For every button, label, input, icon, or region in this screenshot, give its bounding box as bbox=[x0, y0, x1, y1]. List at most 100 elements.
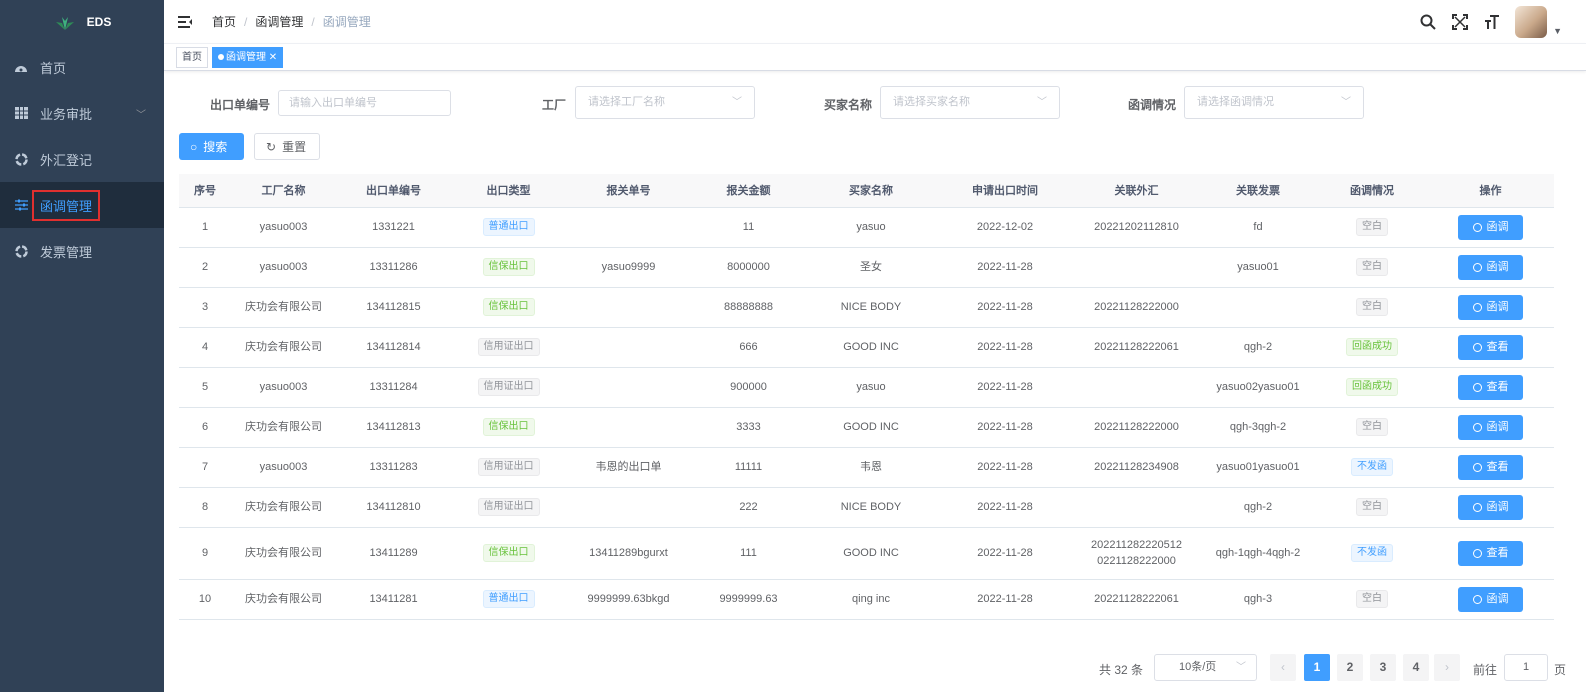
cell-fx: 20221128222000 bbox=[1074, 287, 1199, 328]
cell-buyer: GOOD INC bbox=[806, 527, 936, 580]
table-row: 10 庆功会有限公司 13411281 普通出口 9999999.63bkgd 99999… bbox=[179, 579, 1554, 620]
dot-icon bbox=[218, 53, 224, 60]
cell-invoice: qgh-3 bbox=[1199, 579, 1317, 620]
cell-no: 6 bbox=[179, 407, 231, 448]
breadcrumb-home[interactable]: 首页 bbox=[212, 13, 236, 30]
reset-button-label: 重置 bbox=[282, 140, 307, 154]
sidebar: EDS 首页 业务审批 ﹀ 外汇登记函调管理发票管理 bbox=[0, 0, 164, 692]
factory-select[interactable]: 请选择工厂名称 ﹀ bbox=[575, 86, 755, 119]
operation-label: 查看 bbox=[1486, 547, 1509, 559]
cell-buyer: 圣女 bbox=[806, 247, 936, 288]
page-button[interactable]: 3 bbox=[1370, 654, 1396, 681]
avatar[interactable] bbox=[1515, 6, 1548, 38]
cell-amount: 11111 bbox=[691, 447, 806, 488]
font-size-icon[interactable] bbox=[1483, 13, 1501, 31]
buyer-label: 买家名称 bbox=[824, 98, 873, 112]
eye-icon bbox=[1472, 342, 1482, 352]
letter-button[interactable]: 函调 bbox=[1458, 414, 1523, 440]
search-icon[interactable] bbox=[1419, 13, 1437, 31]
letter-button[interactable]: 函调 bbox=[1458, 494, 1523, 520]
dashboard-icon bbox=[14, 60, 28, 74]
export-no-input[interactable]: 请输入出口单编号 bbox=[278, 90, 451, 116]
tag-home[interactable]: 首页 bbox=[176, 46, 208, 68]
export-type-cell: 普通出口 bbox=[451, 207, 566, 248]
prev-page-button[interactable]: ‹ bbox=[1270, 654, 1296, 681]
view-button[interactable]: 查看 bbox=[1458, 540, 1523, 566]
sidebar-item-label: 业务审批 bbox=[40, 106, 93, 122]
letter-status-cell: 回函成功 bbox=[1317, 367, 1427, 408]
column-header: 申请出口时间 bbox=[936, 174, 1074, 208]
cell-operation: 函调 bbox=[1427, 247, 1554, 288]
reset-button[interactable]: ↻ 重置 bbox=[254, 133, 320, 160]
sidebar-item-0[interactable]: 首页 bbox=[0, 44, 164, 90]
page-suffix: 页 bbox=[1554, 663, 1567, 677]
sidebar-item-2[interactable]: 外汇登记 bbox=[0, 136, 164, 182]
export-type-tag: 普通出口 bbox=[482, 590, 535, 608]
chevron-down-icon: ﹀ bbox=[732, 97, 742, 108]
sidebar-item-label: 函调管理 bbox=[32, 189, 101, 221]
cell-export-no: 134112810 bbox=[336, 487, 451, 528]
letter-status-cell: 空白 bbox=[1317, 247, 1427, 288]
letter-button[interactable]: 函调 bbox=[1458, 254, 1523, 280]
hamburger-icon[interactable] bbox=[178, 15, 192, 29]
column-header: 关联发票 bbox=[1199, 174, 1317, 208]
cell-buyer: NICE BODY bbox=[806, 487, 936, 528]
goto-input[interactable]: 1 bbox=[1504, 654, 1548, 681]
column-header: 报关单号 bbox=[566, 174, 691, 208]
cell-export-no: 13411281 bbox=[336, 579, 451, 620]
next-page-button[interactable]: › bbox=[1434, 654, 1460, 681]
table-row: 6 庆功会有限公司 134112813 信保出口 3333 GOOD INC 2022-11… bbox=[179, 407, 1554, 448]
cell-buyer: 韦恩 bbox=[806, 447, 936, 488]
edit-icon bbox=[1472, 302, 1482, 312]
breadcrumb-parent[interactable]: 函调管理 bbox=[255, 13, 303, 30]
table-row: 3 庆功会有限公司 134112815 信保出口 88888888 NICE BODY 20… bbox=[179, 287, 1554, 328]
cycle-icon bbox=[14, 244, 28, 258]
cell-export-no: 13311286 bbox=[336, 247, 451, 288]
eye-icon bbox=[1472, 462, 1482, 472]
letter-status-cell: 不发函 bbox=[1317, 527, 1427, 580]
cell-customs-no: 13411289bgurxt bbox=[566, 527, 691, 580]
sidebar-item-1[interactable]: 业务审批 ﹀ bbox=[0, 90, 164, 136]
sidebar-item-3[interactable]: 函调管理 bbox=[0, 182, 164, 228]
page-size-select[interactable]: 10条/页 ﹀ bbox=[1154, 654, 1257, 681]
sidebar-item-4[interactable]: 发票管理 bbox=[0, 228, 164, 274]
cell-export-no: 1331221 bbox=[336, 207, 451, 248]
cell-no: 9 bbox=[179, 527, 231, 580]
view-button[interactable]: 查看 bbox=[1458, 454, 1523, 480]
letter-status-tag: 空白 bbox=[1356, 298, 1388, 316]
tag-active[interactable]: 函调管理 ✕ bbox=[212, 46, 284, 68]
letter-status-cell: 空白 bbox=[1317, 579, 1427, 620]
cell-operation: 查看 bbox=[1427, 327, 1554, 368]
letter-button[interactable]: 函调 bbox=[1458, 294, 1523, 320]
letter-status-cell: 回函成功 bbox=[1317, 327, 1427, 368]
cell-customs-no: yasuo9999 bbox=[566, 247, 691, 288]
column-header: 报关金额 bbox=[691, 174, 806, 208]
buyer-select[interactable]: 请选择买家名称 ﹀ bbox=[880, 86, 1060, 119]
cell-fx: 20221128222000 bbox=[1074, 407, 1199, 448]
page-button[interactable]: 1 bbox=[1304, 654, 1330, 681]
table-row: 1 yasuo003 1331221 普通出口 11 yasuo 2022-12-02 202… bbox=[179, 207, 1554, 248]
page-button[interactable]: 2 bbox=[1337, 654, 1363, 681]
logo[interactable]: EDS bbox=[0, 0, 164, 44]
cell-customs-no bbox=[566, 327, 691, 368]
main-area: 首页 / 函调管理 / 函调管理 ▼ 首页 函调管理 ✕ 出口单编号 请输入出口… bbox=[164, 0, 1586, 692]
chevron-down-icon: ﹀ bbox=[1236, 662, 1246, 673]
cell-invoice: qgh-2 bbox=[1199, 487, 1317, 528]
fullscreen-icon[interactable] bbox=[1451, 13, 1469, 31]
search-button[interactable]: ○ 搜索 bbox=[179, 133, 244, 160]
page-button[interactable]: 4 bbox=[1403, 654, 1429, 681]
letter-status-select[interactable]: 请选择函调情况 ﹀ bbox=[1184, 86, 1364, 119]
export-type-tag: 信用证出口 bbox=[477, 338, 540, 356]
view-button[interactable]: 查看 bbox=[1458, 334, 1523, 360]
view-button[interactable]: 查看 bbox=[1458, 374, 1523, 400]
letter-status-placeholder: 请选择函调情况 bbox=[1197, 96, 1274, 108]
cycle-icon bbox=[14, 152, 28, 166]
letter-button[interactable]: 函调 bbox=[1458, 214, 1523, 240]
operation-label: 函调 bbox=[1486, 221, 1509, 233]
cell-export-no: 134112814 bbox=[336, 327, 451, 368]
caret-down-icon[interactable]: ▼ bbox=[1553, 26, 1562, 36]
eye-icon bbox=[1472, 548, 1482, 558]
close-icon[interactable]: ✕ bbox=[269, 52, 277, 63]
letter-button[interactable]: 函调 bbox=[1458, 586, 1523, 612]
logo-icon bbox=[55, 17, 74, 30]
